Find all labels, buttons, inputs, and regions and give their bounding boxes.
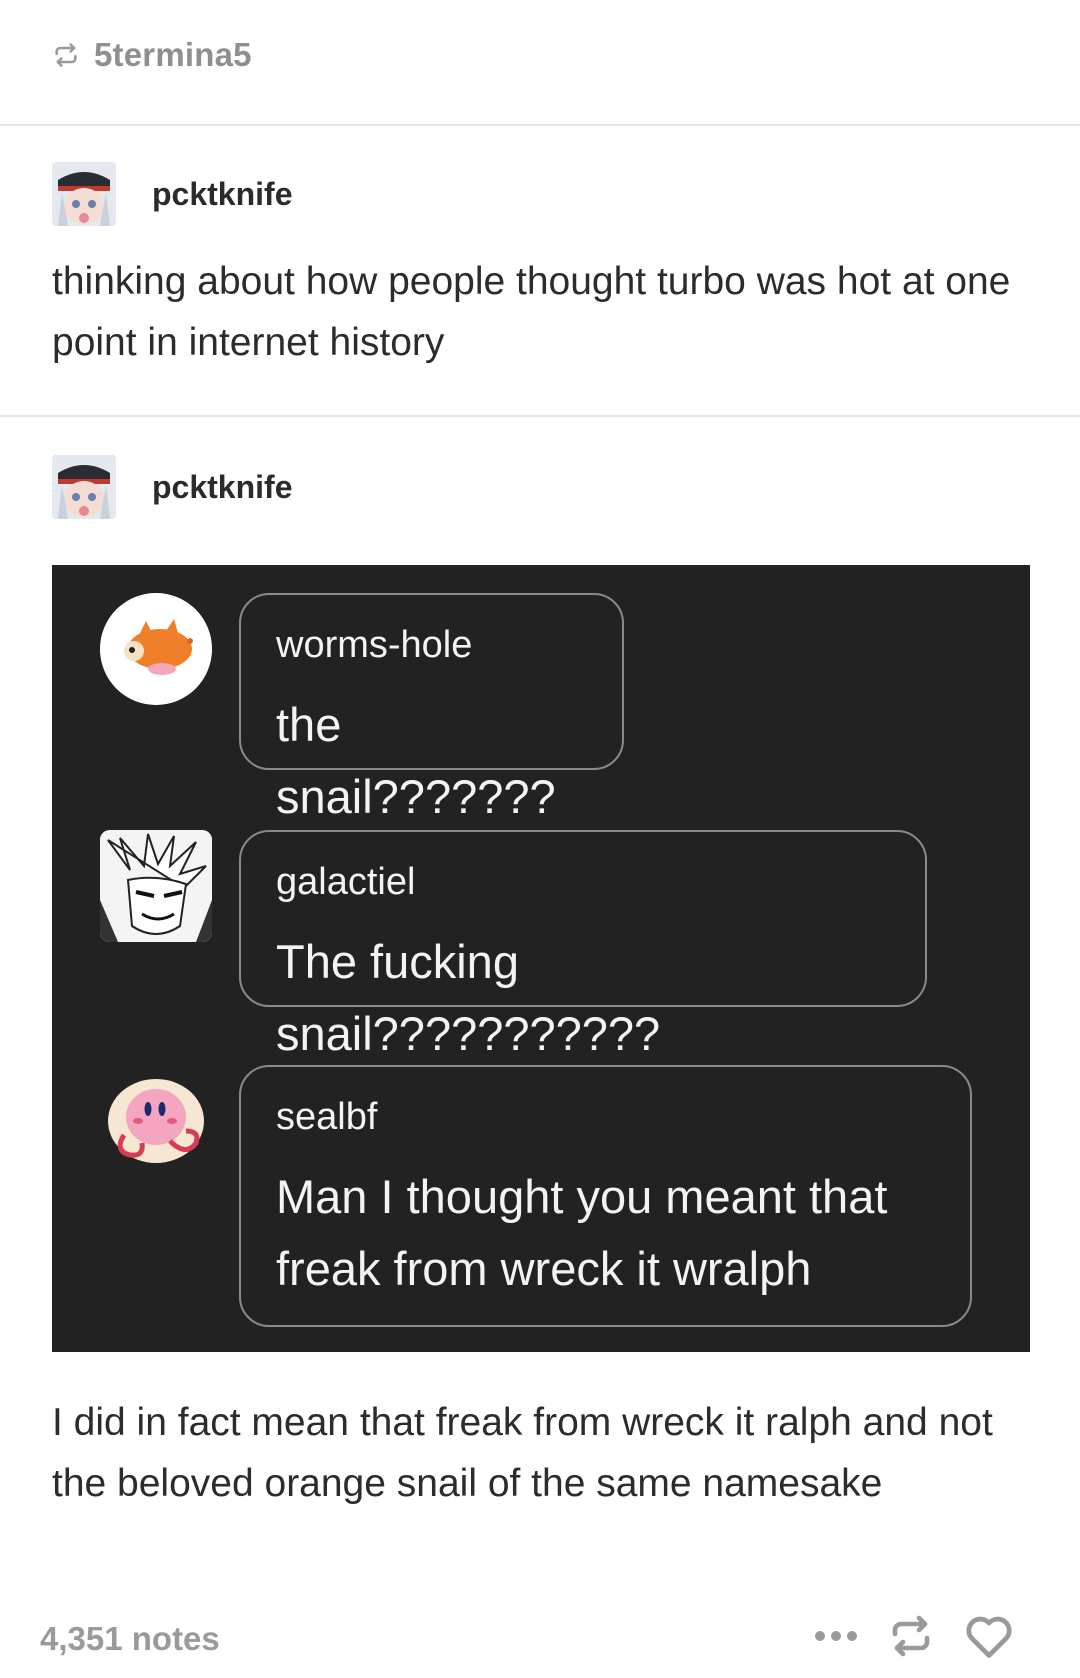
message-author[interactable]: galactiel	[276, 860, 891, 904]
heart-icon[interactable]	[963, 1612, 1015, 1660]
divider	[0, 124, 1080, 126]
message-bubble: sealbf Man I thought you meant that frea…	[239, 1065, 972, 1327]
post-username[interactable]: pcktknife	[152, 176, 292, 213]
message-bubble: galactiel The fucking snail???????????	[239, 830, 927, 1060]
post-username[interactable]: pcktknife	[152, 469, 292, 506]
message-author[interactable]: worms-hole	[276, 623, 588, 667]
user-avatar[interactable]	[52, 455, 116, 519]
post-body: I did in fact mean that freak from wreck…	[52, 1401, 993, 1505]
orange-creature-avatar	[100, 593, 212, 705]
reblog-header: 5termina5	[52, 30, 252, 80]
embedded-screenshot: worms-hole the snail??????? galactiel Th…	[52, 565, 1030, 1352]
user-avatar[interactable]	[52, 162, 116, 226]
post-body: thinking about how people thought turbo …	[52, 260, 1011, 364]
message-text: The fucking snail???????????	[276, 935, 661, 1060]
post-header: pcktknife	[52, 455, 292, 519]
message-author[interactable]: sealbf	[276, 1095, 936, 1139]
manga-character-avatar	[100, 830, 212, 942]
post-actions	[813, 1612, 1015, 1660]
message-text: Man I thought you meant that freak from …	[276, 1170, 888, 1295]
reblog-icon[interactable]	[887, 1612, 935, 1660]
message-bubble: worms-hole the snail???????	[239, 593, 624, 823]
post-header: pcktknife	[52, 162, 292, 226]
reblog-icon	[55, 43, 77, 67]
kirby-avatar	[100, 1065, 212, 1177]
divider	[0, 415, 1080, 417]
more-icon[interactable]	[813, 1629, 859, 1643]
reblog-username[interactable]: 5termina5	[94, 36, 252, 74]
notes-count[interactable]: 4,351 notes	[40, 1620, 220, 1658]
message-text: the snail???????	[276, 698, 556, 823]
